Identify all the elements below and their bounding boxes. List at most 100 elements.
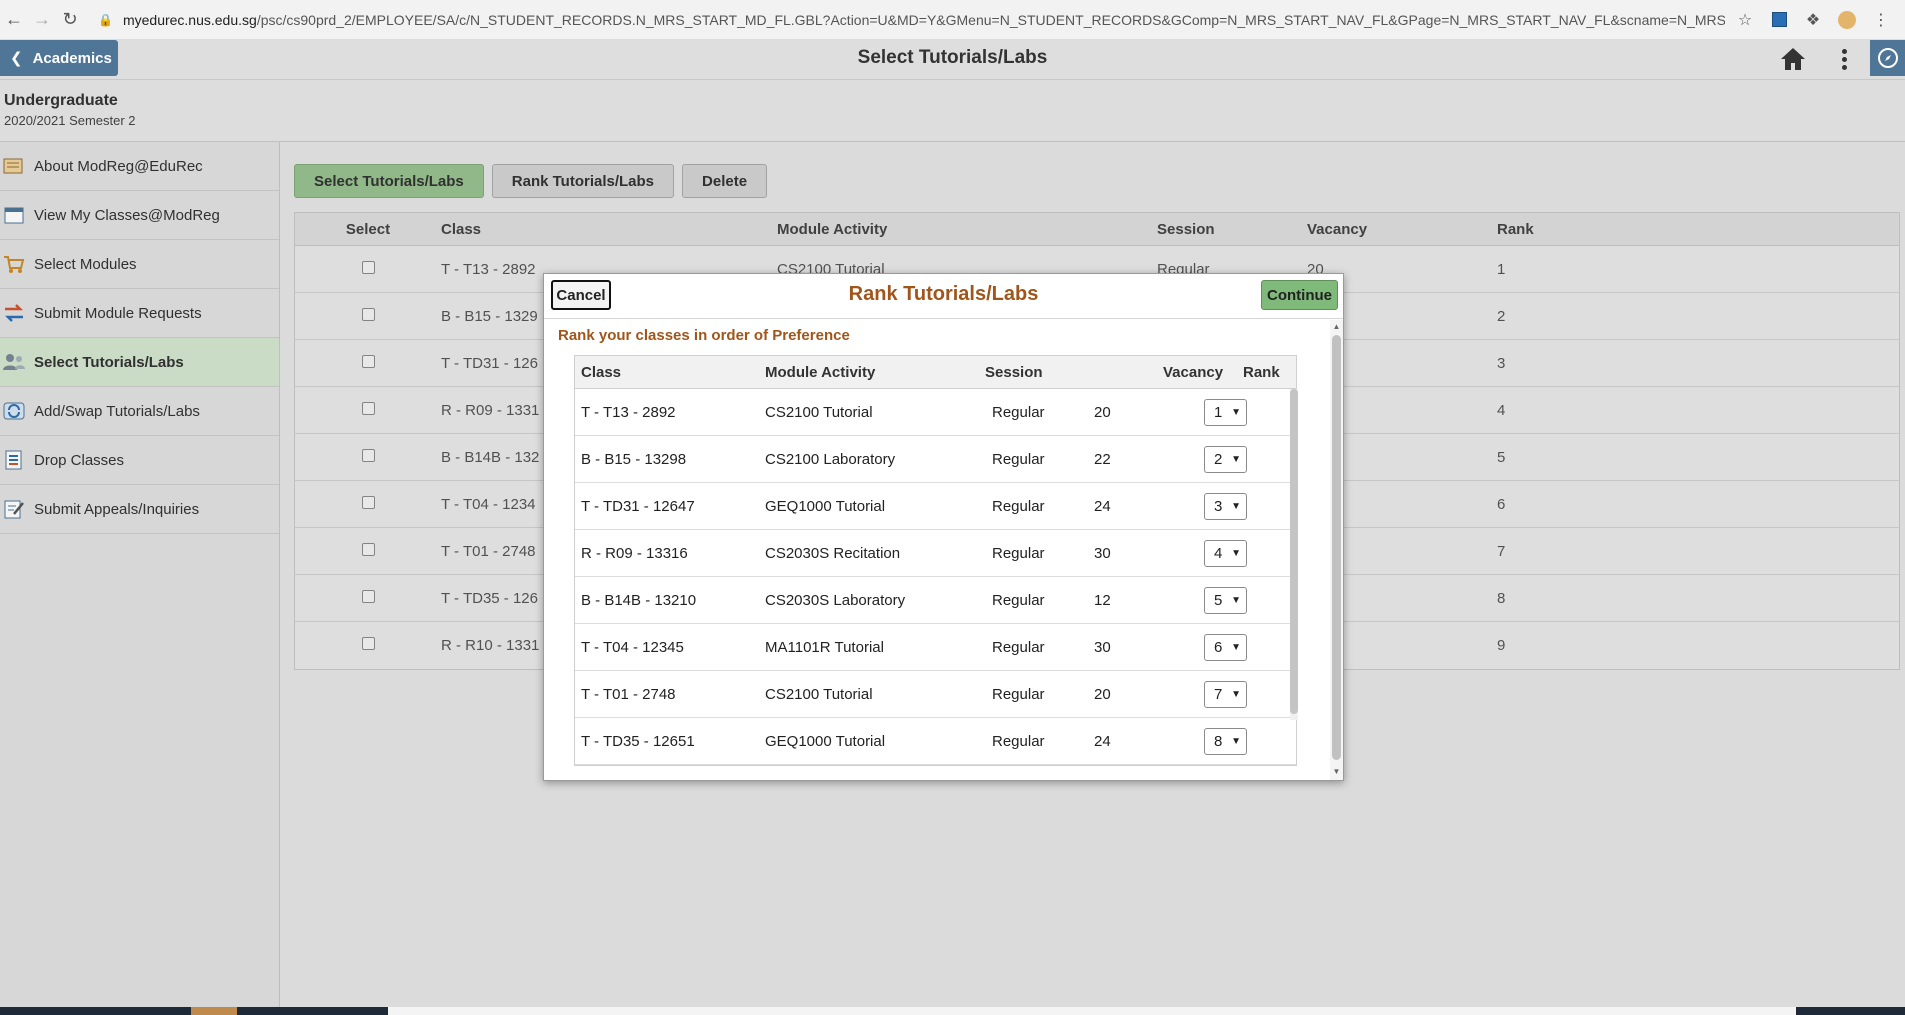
extension-blue-icon[interactable] xyxy=(1769,10,1789,30)
continue-button[interactable]: Continue xyxy=(1261,280,1338,310)
session-cell: Regular xyxy=(992,450,1045,468)
rank-select-value: 5 xyxy=(1214,591,1223,609)
modal-body: Rank your classes in order of Preference… xyxy=(544,320,1330,780)
profile-avatar-icon[interactable] xyxy=(1837,10,1857,30)
rank-select-value: 1 xyxy=(1214,403,1223,421)
navbar-compass-icon[interactable] xyxy=(1870,40,1905,76)
session-cell: Regular xyxy=(992,638,1045,656)
rank-select[interactable]: 8 ▼ xyxy=(1204,727,1247,755)
rank-row: B - B15 - 13298 CS2100 Laboratory Regula… xyxy=(575,436,1296,483)
rank-select-value: 7 xyxy=(1214,685,1223,703)
rank-select[interactable]: 1 ▼ xyxy=(1204,398,1247,426)
modal-header: Rank Tutorials/Labs Cancel Continue xyxy=(544,274,1343,319)
rank-select[interactable]: 4 ▼ xyxy=(1204,539,1247,567)
browser-menu-icon[interactable]: ⋮ xyxy=(1871,10,1891,30)
address-bar[interactable]: 🔒 myedurec.nus.edu.sg/psc/cs90prd_2/EMPL… xyxy=(90,4,1725,36)
activity-cell: CS2100 Tutorial xyxy=(765,403,873,421)
back-arrow-icon[interactable]: ← xyxy=(0,6,28,34)
modal-scrollbar[interactable]: ▲ ▼ xyxy=(1330,320,1343,780)
back-button-label: Academics xyxy=(32,49,112,67)
table-scrollbar[interactable] xyxy=(1290,389,1298,720)
reload-icon[interactable]: ↻ xyxy=(56,6,84,34)
browser-toolbar: ← → ↻ 🔒 myedurec.nus.edu.sg/psc/cs90prd_… xyxy=(0,0,1905,40)
taskbar-app[interactable] xyxy=(191,1007,237,1015)
table-scrollbar-thumb[interactable] xyxy=(1290,389,1298,714)
chevron-down-icon: ▼ xyxy=(1231,547,1241,559)
lock-icon: 🔒 xyxy=(98,12,113,27)
cancel-button[interactable]: Cancel xyxy=(551,280,611,310)
activity-cell: GEQ1000 Tutorial xyxy=(765,497,886,515)
rank-select[interactable]: 5 ▼ xyxy=(1204,586,1247,614)
vacancy-cell: 24 xyxy=(1094,497,1111,515)
class-cell: B - B15 - 13298 xyxy=(581,450,687,468)
chevron-left-icon: ❮ xyxy=(10,50,23,67)
class-cell: T - TD31 - 12647 xyxy=(581,497,695,515)
rank-tutorials-modal: Rank Tutorials/Labs Cancel Continue Rank… xyxy=(543,273,1344,781)
forward-arrow-icon[interactable]: → xyxy=(28,6,56,34)
rank-instruction: Rank your classes in order of Preference xyxy=(558,327,850,344)
page-title: Select Tutorials/Labs xyxy=(857,47,1048,68)
taskbar xyxy=(0,1007,1905,1015)
rank-select[interactable]: 6 ▼ xyxy=(1204,633,1247,661)
activity-cell: MA1101R Tutorial xyxy=(765,638,884,656)
chevron-down-icon: ▼ xyxy=(1231,453,1241,465)
rank-select-value: 3 xyxy=(1214,497,1223,515)
rank-select-value: 2 xyxy=(1214,450,1223,468)
activity-cell: CS2030S Recitation xyxy=(765,544,901,562)
rank-row: R - R09 - 13316 CS2030S Recitation Regul… xyxy=(575,530,1296,577)
activity-cell: CS2100 Tutorial xyxy=(765,685,873,703)
more-actions-icon[interactable] xyxy=(1836,46,1852,72)
rank-row: B - B14B - 13210 CS2030S Laboratory Regu… xyxy=(575,577,1296,624)
activity-cell: GEQ1000 Tutorial xyxy=(765,732,886,750)
header-activity: Module Activity xyxy=(765,363,876,381)
scroll-up-icon[interactable]: ▲ xyxy=(1332,322,1341,332)
taskbar-window[interactable] xyxy=(388,1007,1796,1015)
class-cell: B - B14B - 13210 xyxy=(581,591,697,609)
vacancy-cell: 12 xyxy=(1094,591,1111,609)
header-rank: Rank xyxy=(1243,363,1280,381)
activity-cell: CS2100 Laboratory xyxy=(765,450,896,468)
session-cell: Regular xyxy=(992,685,1045,703)
rank-select[interactable]: 7 ▼ xyxy=(1204,680,1247,708)
vacancy-cell: 20 xyxy=(1094,403,1111,421)
activity-cell: CS2030S Laboratory xyxy=(765,591,906,609)
class-cell: R - R09 - 13316 xyxy=(581,544,688,562)
chevron-down-icon: ▼ xyxy=(1231,688,1241,700)
session-cell: Regular xyxy=(992,591,1045,609)
header-session: Session xyxy=(985,363,1043,381)
vacancy-cell: 22 xyxy=(1094,450,1111,468)
star-icon[interactable]: ☆ xyxy=(1735,10,1755,30)
vacancy-cell: 30 xyxy=(1094,638,1111,656)
session-cell: Regular xyxy=(992,497,1045,515)
chevron-down-icon: ▼ xyxy=(1231,594,1241,606)
chevron-down-icon: ▼ xyxy=(1231,406,1241,418)
chevron-down-icon: ▼ xyxy=(1231,500,1241,512)
header-vacancy: Vacancy xyxy=(1163,363,1224,381)
puzzle-icon[interactable]: ❖ xyxy=(1803,10,1823,30)
rank-row: T - T01 - 2748 CS2100 Tutorial Regular 2… xyxy=(575,671,1296,718)
rank-table-header: Class Module Activity Session Vacancy Ra… xyxy=(575,356,1296,389)
rank-row: T - TD35 - 12651 GEQ1000 Tutorial Regula… xyxy=(575,718,1296,765)
rank-select-value: 4 xyxy=(1214,544,1223,562)
rank-row: T - T04 - 12345 MA1101R Tutorial Regular… xyxy=(575,624,1296,671)
home-icon[interactable] xyxy=(1779,46,1807,72)
chevron-down-icon: ▼ xyxy=(1231,735,1241,747)
class-cell: T - T01 - 2748 xyxy=(581,685,676,703)
vacancy-cell: 20 xyxy=(1094,685,1111,703)
rank-select[interactable]: 3 ▼ xyxy=(1204,492,1247,520)
scroll-down-icon[interactable]: ▼ xyxy=(1332,767,1341,777)
session-cell: Regular xyxy=(992,544,1045,562)
session-cell: Regular xyxy=(992,732,1045,750)
rank-table: Class Module Activity Session Vacancy Ra… xyxy=(574,355,1297,766)
session-cell: Regular xyxy=(992,403,1045,421)
modal-scrollbar-thumb[interactable] xyxy=(1332,335,1341,760)
url-domain: myedurec.nus.edu.sg xyxy=(122,11,257,28)
url-path: /psc/cs90prd_2/EMPLOYEE/SA/c/N_STUDENT_R… xyxy=(256,11,1725,28)
app-header: Select Tutorials/Labs ❮ Academics xyxy=(0,40,1905,80)
modal-title: Rank Tutorials/Labs xyxy=(848,283,1039,305)
chevron-down-icon: ▼ xyxy=(1231,641,1241,653)
rank-select[interactable]: 2 ▼ xyxy=(1204,445,1247,473)
rank-row: T - T13 - 2892 CS2100 Tutorial Regular 2… xyxy=(575,389,1296,436)
vacancy-cell: 24 xyxy=(1094,732,1111,750)
academics-back-button[interactable]: ❮ Academics xyxy=(0,40,118,76)
